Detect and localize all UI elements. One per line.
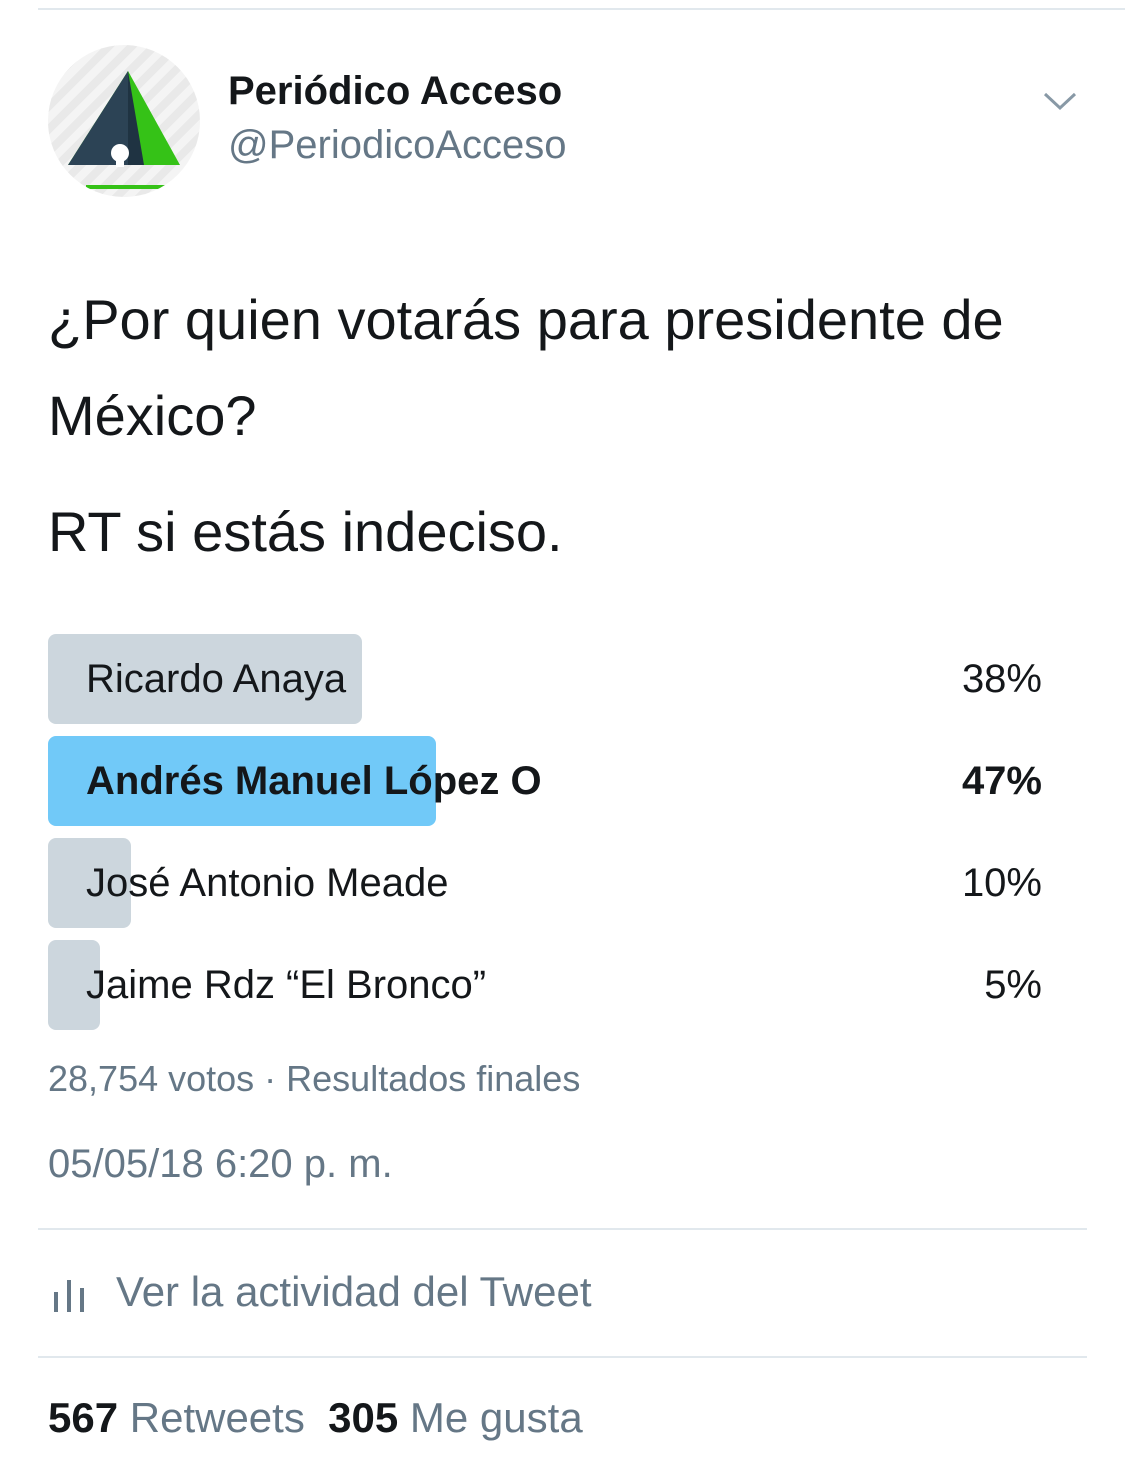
poll-option: Ricardo Anaya 38%	[48, 634, 1042, 724]
poll-option-label: Andrés Manuel López O	[86, 759, 542, 803]
poll-option: Jaime Rdz “El Bronco” 5%	[48, 940, 1042, 1030]
likes-stat[interactable]: 305 Me gusta	[328, 1394, 583, 1441]
tweet-line: ¿Por quien votarás para presidente de Mé…	[48, 288, 1004, 447]
poll-option-percent: 5%	[984, 963, 1042, 1007]
poll-option-label: Ricardo Anaya	[86, 657, 347, 701]
tweet-activity-link[interactable]: Ver la actividad del Tweet	[48, 1262, 592, 1322]
likes-count: 305	[328, 1394, 399, 1441]
poll-option: Andrés Manuel López O 47%	[48, 736, 1042, 826]
tweet-stats: 567 Retweets 305 Me gusta	[48, 1394, 583, 1442]
bar-chart-icon	[54, 1280, 84, 1312]
chevron-down-icon[interactable]	[1042, 83, 1078, 119]
poll: Ricardo Anaya 38% Andrés Manuel López O …	[48, 634, 1042, 1042]
poll-option-percent: 10%	[961, 861, 1042, 905]
poll-option-percent: 38%	[961, 657, 1042, 701]
display-name[interactable]: Periódico Acceso	[228, 69, 562, 114]
top-divider	[38, 8, 1125, 10]
poll-meta: 28,754 votos · Resultados finales	[48, 1058, 581, 1099]
poll-option-label: José Antonio Meade	[86, 861, 449, 905]
avatar[interactable]	[48, 45, 200, 197]
logo-icon	[68, 71, 180, 189]
divider	[38, 1356, 1087, 1358]
likes-label: Me gusta	[409, 1394, 583, 1441]
tweet-activity-label: Ver la actividad del Tweet	[116, 1268, 592, 1315]
retweets-count: 567	[48, 1394, 119, 1441]
retweets-label: Retweets	[129, 1394, 305, 1441]
poll-option: José Antonio Meade 10%	[48, 838, 1042, 928]
divider	[38, 1228, 1087, 1230]
tweet-text: ¿Por quien votarás para presidente de Mé…	[48, 272, 1088, 580]
tweet-header: Periódico Acceso @PeriodicoAcceso	[48, 45, 1088, 205]
poll-option-label: Jaime Rdz “El Bronco”	[86, 963, 487, 1007]
retweets-stat[interactable]: 567 Retweets	[48, 1394, 305, 1441]
timestamp[interactable]: 05/05/18 6:20 p. m.	[48, 1142, 393, 1187]
tweet-line: RT si estás indeciso.	[48, 500, 563, 563]
poll-option-percent: 47%	[961, 759, 1042, 803]
user-handle[interactable]: @PeriodicoAcceso	[228, 123, 567, 168]
